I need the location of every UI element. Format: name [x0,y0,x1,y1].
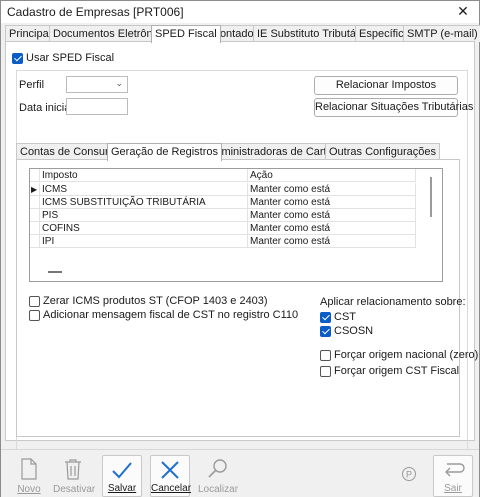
relacionar-impostos-button[interactable]: Relacionar Impostos [314,76,458,95]
scrollbar-thumb[interactable] [430,177,432,217]
aplicar-relacionamento-label: Aplicar relacionamento sobre: [320,296,466,308]
localizar-label: Localizar [198,484,239,495]
svg-text:P: P [406,470,412,480]
sair-button[interactable]: Sair [433,455,473,497]
checkmark-icon [112,462,132,479]
imposto-cell[interactable]: IPI [40,235,248,248]
row-indicator [30,222,40,235]
forcar-origem-nacional-checkbox[interactable]: Forçar origem nacional (zero) [320,349,478,361]
zerar-icms-checkbox[interactable]: Zerar ICMS produtos ST (CFOP 1403 e 2403… [29,295,268,307]
grid-header: Imposto Ação [30,169,416,183]
cancelar-label: Cancelar [151,483,192,494]
imposto-cell[interactable]: PIS [40,209,248,222]
checkbox-checked-icon [320,325,331,337]
table-row[interactable]: ▶ ICMS Manter como está [30,183,416,196]
acao-cell[interactable]: Manter como está [248,196,416,209]
search-icon [208,459,227,478]
desativar-button[interactable]: Desativar [53,455,96,497]
salvar-button[interactable]: Salvar [102,455,142,497]
cancel-x-icon [161,461,179,479]
forcar-origem-cst-fiscal-checkbox[interactable]: Forçar origem CST Fiscal [320,365,459,377]
grid-header-indicator [30,169,40,182]
grid-vertical-scrollbar[interactable] [418,169,442,281]
salvar-label: Salvar [107,483,137,494]
grid-horizontal-scrollbar[interactable] [48,271,62,273]
sair-label: Sair [444,483,462,494]
tab-smtp-email[interactable]: SMTP (e-mail) [403,25,480,42]
cancelar-button[interactable]: Cancelar [150,455,192,497]
impostos-grid[interactable]: Imposto Ação ▶ ICMS Manter como está ICM… [29,168,443,282]
forcar-origem-nacional-label: Forçar origem nacional (zero) [334,349,479,361]
perfil-select[interactable]: ⌄ [66,76,128,93]
tab-principal[interactable]: Principal [5,25,56,42]
column-header-acao[interactable]: Ação [248,169,416,182]
adicionar-mensagem-fiscal-checkbox[interactable]: Adicionar mensagem fiscal de CST no regi… [29,309,298,321]
novo-button[interactable]: Novo [9,455,49,497]
acao-cell[interactable]: Manter como está [248,183,416,196]
table-row[interactable]: COFINS Manter como está [30,222,416,235]
imposto-cell[interactable]: ICMS SUBSTITUIÇÃO TRIBUTÁRIA [40,196,248,209]
cst-checkbox[interactable]: CST [320,311,356,323]
close-icon[interactable]: ✕ [453,2,473,22]
checkbox-unchecked-icon [29,295,40,307]
current-row-arrow-icon: ▶ [31,185,38,194]
acao-cell[interactable]: Manter como está [248,222,416,235]
bottom-toolbar: Novo Desativar Salvar Cancelar Localizar… [1,449,479,497]
registered-p-icon: P [402,467,416,481]
cst-label: CST [334,311,356,323]
acao-cell[interactable]: Manter como está [248,209,416,222]
column-header-imposto[interactable]: Imposto [40,169,248,182]
zerar-icms-label: Zerar ICMS produtos ST (CFOP 1403 e 2403… [43,295,268,307]
exit-arrow-icon [445,463,465,477]
table-row[interactable]: IPI Manter como está [30,235,416,248]
desativar-label: Desativar [53,484,96,495]
tab-geracao-de-registros[interactable]: Geração de Registros [107,143,222,161]
usar-sped-fiscal-label: Usar SPED Fiscal [26,52,115,64]
tab-sped-fiscal[interactable]: SPED Fiscal [151,25,221,43]
checkbox-unchecked-icon [320,349,331,361]
geracao-de-registros-panel: Imposto Ação ▶ ICMS Manter como está ICM… [16,159,478,437]
table-row[interactable]: ICMS SUBSTITUIÇÃO TRIBUTÁRIA Manter como… [30,196,416,209]
checkbox-unchecked-icon [320,365,331,377]
window-title: Cadastro de Empresas [PRT006] [7,5,184,19]
p-badge: P [399,464,419,484]
data-inicial-label: Data inicial [19,102,73,114]
forcar-origem-cst-fiscal-label: Forçar origem CST Fiscal [334,365,460,377]
perfil-label: Perfil [19,79,45,91]
localizar-button[interactable]: Localizar [198,455,238,497]
title-bar: Cadastro de Empresas [PRT006] ✕ [1,1,479,23]
checkbox-unchecked-icon [29,309,40,321]
relacionar-situacoes-tributarias-button[interactable]: Relacionar Situações Tributárias [314,98,473,117]
checkbox-checked-icon [320,311,331,323]
imposto-cell[interactable]: COFINS [40,222,248,235]
adicionar-mensagem-fiscal-label: Adicionar mensagem fiscal de CST no regi… [43,309,299,321]
cadastro-empresas-window: Cadastro de Empresas [PRT006] ✕ Principa… [0,0,480,497]
acao-cell[interactable]: Manter como está [248,235,416,248]
csosn-label: CSOSN [334,325,374,337]
row-indicator [30,196,40,209]
csosn-checkbox[interactable]: CSOSN [320,325,373,337]
imposto-cell[interactable]: ICMS [40,183,248,196]
usar-sped-fiscal-checkbox[interactable]: Usar SPED Fiscal [12,52,114,64]
chevron-down-icon: ⌄ [115,78,123,88]
table-row[interactable]: PIS Manter como está [30,209,416,222]
new-document-icon [21,458,37,480]
novo-label: Novo [17,484,41,495]
trash-icon [65,459,81,480]
data-inicial-input[interactable] [66,98,128,115]
row-indicator: ▶ [30,183,40,196]
tab-outras-configuracoes[interactable]: Outras Configurações [325,143,440,160]
checkbox-checked-icon [12,52,23,64]
row-indicator [30,209,40,222]
row-indicator [30,235,40,248]
